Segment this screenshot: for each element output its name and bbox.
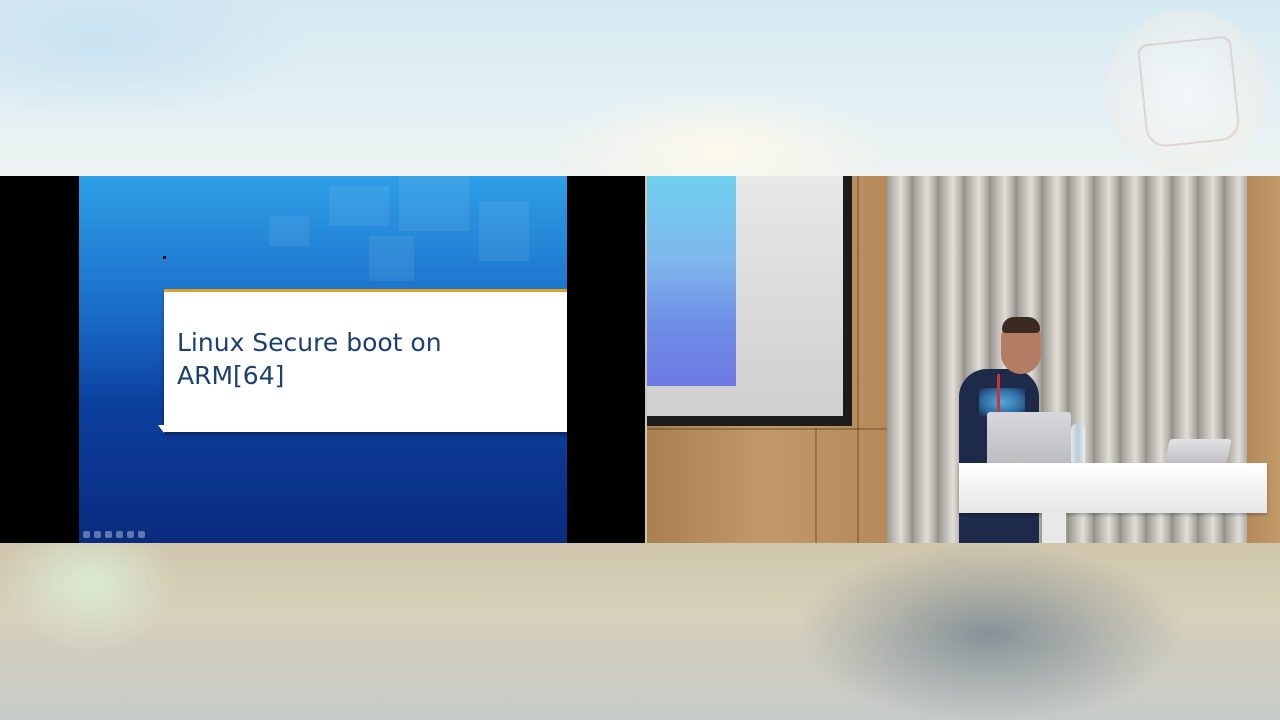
wood-seam [857,176,859,543]
laptop [987,412,1071,470]
logo-watermark [1106,10,1268,172]
podium-stand [1042,513,1066,543]
projection-screen [647,176,843,416]
projection-screen-frame [647,176,852,426]
video-frame: Linux Secure boot on ARM[64] [0,0,1280,720]
slide-decor-tile [329,186,389,226]
slide-title-box: Linux Secure boot on ARM[64] [158,289,567,433]
projected-slide [647,176,736,386]
wood-seam [815,428,817,543]
speaker-hair [1002,317,1040,333]
speaker-camera-panel [647,176,1280,543]
slide-sorter-icon[interactable] [105,531,112,538]
watermark-emblem-icon [1136,35,1242,149]
presentation-slide: Linux Secure boot on ARM[64] [79,176,567,543]
slide-capture-panel: Linux Secure boot on ARM[64] [0,176,645,543]
blur-highlight [0,543,260,720]
slide-decor-tile [399,176,469,231]
slide-title: Linux Secure boot on ARM[64] [177,326,557,392]
pen-icon[interactable] [94,531,101,538]
blur-shadow [640,543,1280,720]
podium [959,463,1267,513]
options-icon[interactable] [127,531,134,538]
previous-icon[interactable] [83,531,90,538]
slide-decor-tile [269,216,309,246]
wood-seam [647,428,887,430]
mouse-pointer [163,256,166,259]
blurred-top-background [0,0,1280,176]
slide-title-line-1: Linux Secure boot on [177,328,442,357]
next-icon[interactable] [138,531,145,538]
lanyard [997,374,1000,414]
water-bottle [1071,424,1085,466]
slide-decor-tile [369,236,414,281]
blurred-bottom-background [0,543,1280,720]
slide-title-line-2: ARM[64] [177,361,285,390]
slideshow-toolbar[interactable] [83,531,145,539]
slide-decor-tile [479,201,529,261]
second-laptop [1164,439,1232,465]
zoom-icon[interactable] [116,531,123,538]
title-box-fold [158,425,164,433]
